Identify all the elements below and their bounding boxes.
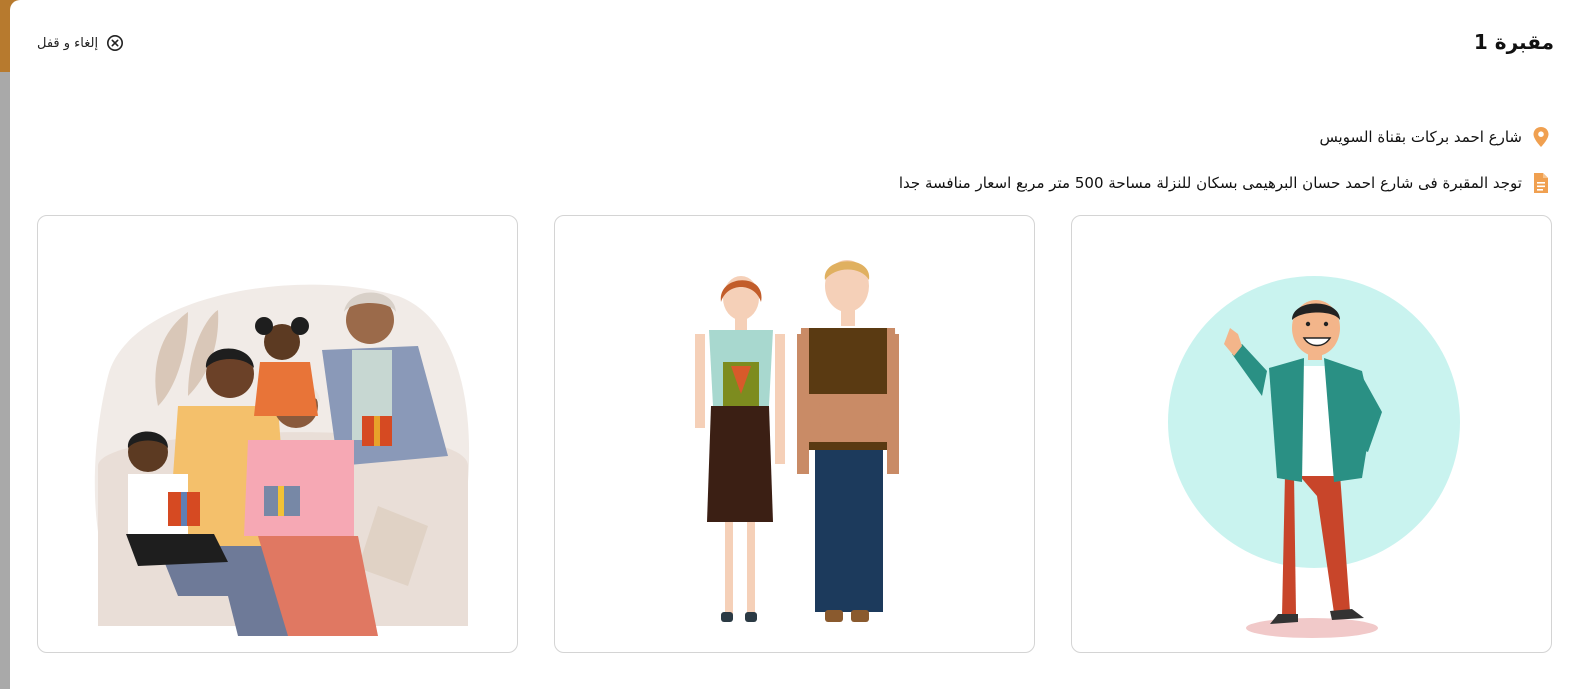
document-icon xyxy=(1534,173,1548,193)
cancel-close-button[interactable]: إلغاء و قفل xyxy=(37,34,124,52)
location-row: شارع احمد بركات بقناة السويس xyxy=(1319,126,1550,148)
waving-man-illustration xyxy=(1168,276,1460,638)
modal-title: مقبرة 1 xyxy=(1473,30,1554,54)
woman-and-man-image[interactable] xyxy=(554,215,1035,653)
cancel-close-label: إلغاء و قفل xyxy=(37,35,99,51)
description-row: توجد المقبرة فى شارع احمد حسان البرهيمى … xyxy=(899,172,1550,194)
cemetery-details-modal: مقبرة 1 إلغاء و قفل شارع احمد بركات بقنا… xyxy=(10,0,1574,689)
family-gifts-illustration xyxy=(94,284,470,636)
close-circle-icon xyxy=(107,34,124,52)
waving-man-image[interactable] xyxy=(1071,215,1552,653)
location-text: شارع احمد بركات بقناة السويس xyxy=(1319,128,1522,146)
description-text: توجد المقبرة فى شارع احمد حسان البرهيمى … xyxy=(898,174,1522,192)
family-gifts-image[interactable] xyxy=(37,215,518,653)
woman-and-man-illustration xyxy=(695,260,899,622)
map-pin-icon xyxy=(1533,127,1549,147)
